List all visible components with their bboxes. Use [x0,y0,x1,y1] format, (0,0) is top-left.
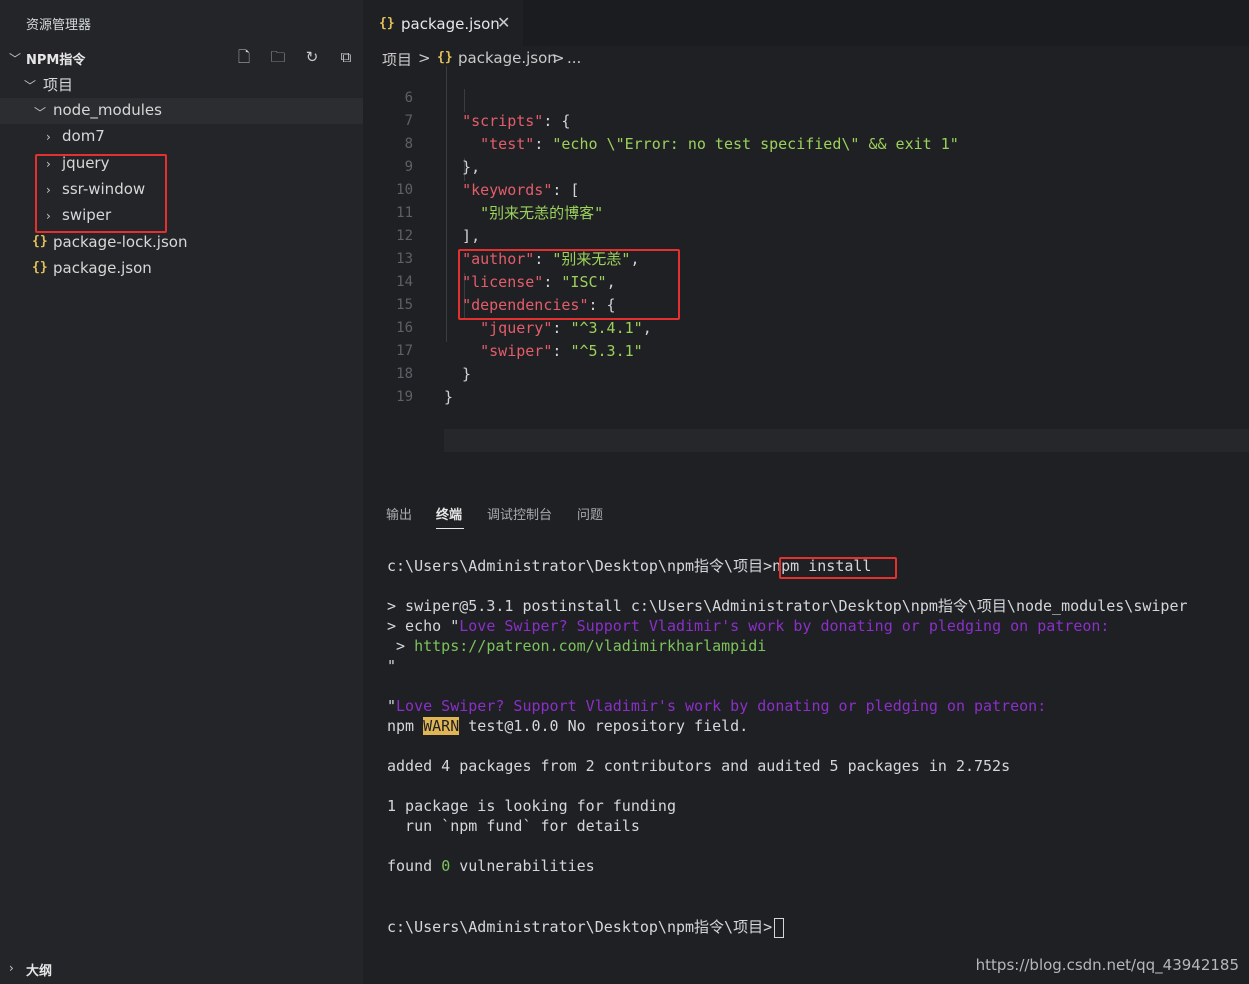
json-file-icon: {} [379,16,395,31]
terminal-line: > echo "Love Swiper? Support Vladimir's … [387,616,1109,636]
terminal-text: > [387,637,415,655]
terminal-line: npm WARN test@1.0.0 No repository field. [387,716,748,736]
new-folder-icon[interactable]: 🗀 [269,48,287,66]
chevron-down-icon: ﹀ [24,79,37,93]
tab-output[interactable]: 输出 [386,504,412,523]
terminal-link[interactable]: https://patreon.com/vladimirkharlampidi [414,637,766,655]
chevron-right-icon: > [552,49,565,67]
terminal-line: c:\Users\Administrator\Desktop\npm指令\项目> [387,917,785,938]
chevron-right-icon: › [9,961,14,975]
terminal-line: " [387,657,397,675]
outline-section-header[interactable]: › 大纲 [0,956,363,982]
terminal-prompt: c:\Users\Administrator\Desktop\npm指令\项目> [387,918,773,936]
code-line: 10 "别来无恙的博客" [363,156,1249,222]
editor-tab-bar: {} package.json ✕ [363,0,1249,46]
explorer-title: 资源管理器 [26,18,92,33]
code-line: 18 } [363,340,1249,406]
terminal-line: > https://patreon.com/vladimirkharlampid… [387,636,766,656]
watermark: https://blog.csdn.net/qq_43942185 [975,956,1239,974]
terminal-text: npm [387,717,424,735]
tree-item-label: dom7 [62,127,105,145]
terminal-line: "Love Swiper? Support Vladimir's work by… [387,696,1046,716]
terminal-prompt: c:\Users\Administrator\Desktop\npm指令\项目> [387,557,773,575]
tree-item-node-modules[interactable]: ﹀ node_modules [0,98,363,124]
project-section-label: NPM指令 [26,53,86,68]
bottom-panel: 输出 终端 调试控制台 问题 c:\Users\Administrator\De… [363,490,1249,956]
json-file-icon: {} [32,234,48,249]
refresh-icon[interactable]: ↻ [303,48,321,66]
tab-package-json[interactable]: {} package.json ✕ [363,0,523,46]
terminal-line: added 4 packages from 2 contributors and… [387,757,1011,775]
tree-item-label: 项目 [43,76,74,94]
code-line: 12 "author": "别来无恙", [363,202,1249,268]
terminal-text: test@1.0.0 No repository field. [459,717,749,735]
tree-item-project-folder[interactable]: ﹀ 项目 [0,71,363,97]
terminal-text: Love Swiper? Support Vladimir's work by … [396,697,1047,715]
terminal-line: found 0 vulnerabilities [387,856,595,876]
warn-badge: WARN [423,717,460,735]
code-line: 8 }, [363,110,1249,176]
tree-item-label: node_modules [53,101,162,119]
annotation-box-modules [35,154,167,233]
terminal-line: run `npm fund` for details [387,817,640,835]
chevron-right-icon: > [418,49,431,67]
code-line: 17 } [363,317,1249,383]
tab-label: package.json [401,15,500,33]
terminal-text: " [387,697,397,715]
close-icon[interactable]: ✕ [497,13,510,32]
terminal-line: > swiper@5.3.1 postinstall c:\Users\Admi… [387,597,1188,615]
line-content: } [444,388,454,406]
terminal-text: > echo " [387,617,460,635]
breadcrumb-item-file[interactable]: package.json [458,49,557,67]
chevron-down-icon: ﹀ [34,106,47,120]
code-editor[interactable]: 6 "scripts": { 7 "test": "echo \"Error: … [363,66,1249,490]
terminal-text: Love Swiper? Support Vladimir's work by … [459,617,1110,635]
explorer-sidebar: 资源管理器 ﹀ NPM指令 🗋 🗀 ↻ ⧉ ﹀ 项目 ﹀ node_module… [0,0,363,984]
tree-item-label: package.json [53,259,152,277]
annotation-box-dependencies [458,249,680,320]
active-tab-indicator [436,528,464,529]
tab-terminal[interactable]: 终端 [436,504,462,523]
tree-item-dom7[interactable]: › dom7 [0,124,363,150]
terminal-text: found [387,857,442,875]
tree-item-package-lock-json[interactable]: {} package-lock.json [0,230,363,256]
current-line-highlight [444,429,1249,452]
terminal-line: 1 package is looking for funding [387,797,676,815]
json-file-icon: {} [32,260,48,275]
code-line: 9 "keywords": [ [363,133,1249,199]
tree-item-label: package-lock.json [53,233,188,251]
collapse-all-icon[interactable]: ⧉ [337,48,355,66]
breadcrumb-item-ellipsis[interactable]: ... [567,49,581,67]
tab-debug-console[interactable]: 调试控制台 [487,504,552,523]
json-file-icon: {} [437,50,453,65]
chevron-right-icon: › [46,130,51,144]
tab-problems[interactable]: 问题 [577,504,603,523]
line-number: 19 [396,389,413,405]
code-line: 13 "license": "ISC", [363,225,1249,291]
code-line: 11 ], [363,179,1249,245]
annotation-box-npm-install [779,557,897,579]
code-line: 19 [363,363,1249,405]
chevron-down-icon: ﹀ [9,52,22,66]
tree-item-package-json[interactable]: {} package.json [0,256,363,282]
outline-label: 大纲 [26,964,53,979]
terminal-text: vulnerabilities [450,857,595,875]
vulnerability-count: 0 [441,857,451,875]
code-line: 7 "test": "echo \"Error: no test specifi… [363,87,1249,153]
new-file-icon[interactable]: 🗋 [235,48,253,66]
terminal-cursor [774,917,785,938]
project-section-header[interactable]: ﹀ NPM指令 🗋 🗀 ↻ ⧉ [0,44,363,70]
code-line: 6 "scripts": { [363,66,1249,130]
